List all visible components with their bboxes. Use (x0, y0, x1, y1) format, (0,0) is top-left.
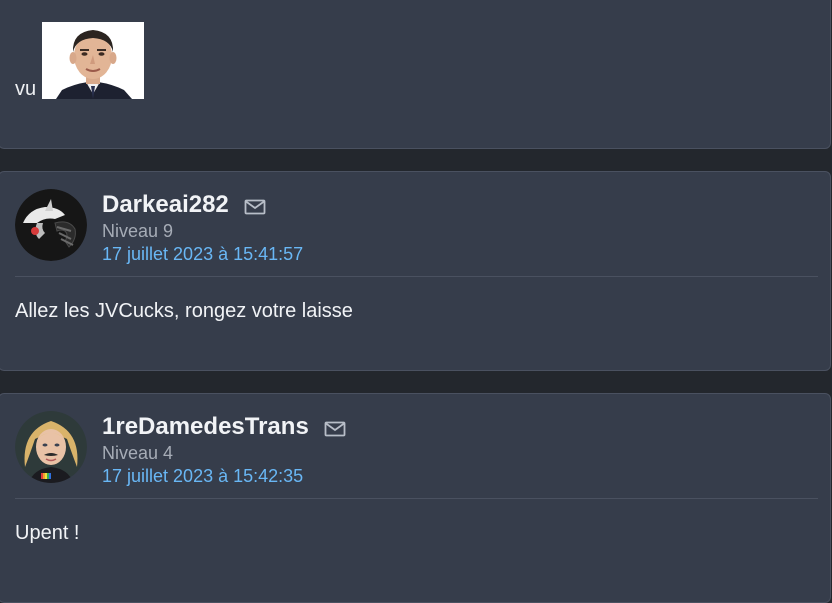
user-avatar[interactable] (15, 411, 87, 483)
forum-post: Darkeai282 Niveau 9 17 juillet 2023 à 15… (0, 171, 831, 371)
post-message: vu (15, 78, 37, 100)
author-meta: 1reDamedesTrans Niveau 4 17 juillet 2023… (102, 411, 346, 488)
envelope-icon[interactable] (324, 421, 346, 437)
post-header: Darkeai282 Niveau 9 17 juillet 2023 à 15… (15, 189, 818, 264)
header-divider (15, 276, 818, 277)
post-message: Upent ! (15, 522, 80, 544)
author-level: Niveau 9 (102, 221, 174, 241)
forum-post: vu (0, 0, 831, 149)
author-row: Darkeai282 (102, 189, 303, 221)
user-avatar[interactable] (15, 189, 87, 261)
portrait-sticker-image[interactable] (42, 22, 145, 99)
author-name[interactable]: Darkeai282 (102, 191, 229, 219)
author-level: Niveau 4 (102, 443, 174, 463)
forum-post: 1reDamedesTrans Niveau 4 17 juillet 2023… (0, 393, 831, 603)
author-name[interactable]: 1reDamedesTrans (102, 413, 309, 441)
author-row: 1reDamedesTrans (102, 411, 346, 443)
author-meta: Darkeai282 Niveau 9 17 juillet 2023 à 15… (102, 189, 303, 266)
post-header: 1reDamedesTrans Niveau 4 17 juillet 2023… (15, 411, 818, 486)
post-content: vu (15, 19, 145, 100)
post-date-link[interactable]: 17 juillet 2023 à 15:41:57 (102, 242, 303, 266)
post-message: Allez les JVCucks, rongez votre laisse (15, 300, 353, 322)
post-date-link[interactable]: 17 juillet 2023 à 15:42:35 (102, 464, 346, 488)
envelope-icon[interactable] (244, 199, 266, 215)
header-divider (15, 498, 818, 499)
